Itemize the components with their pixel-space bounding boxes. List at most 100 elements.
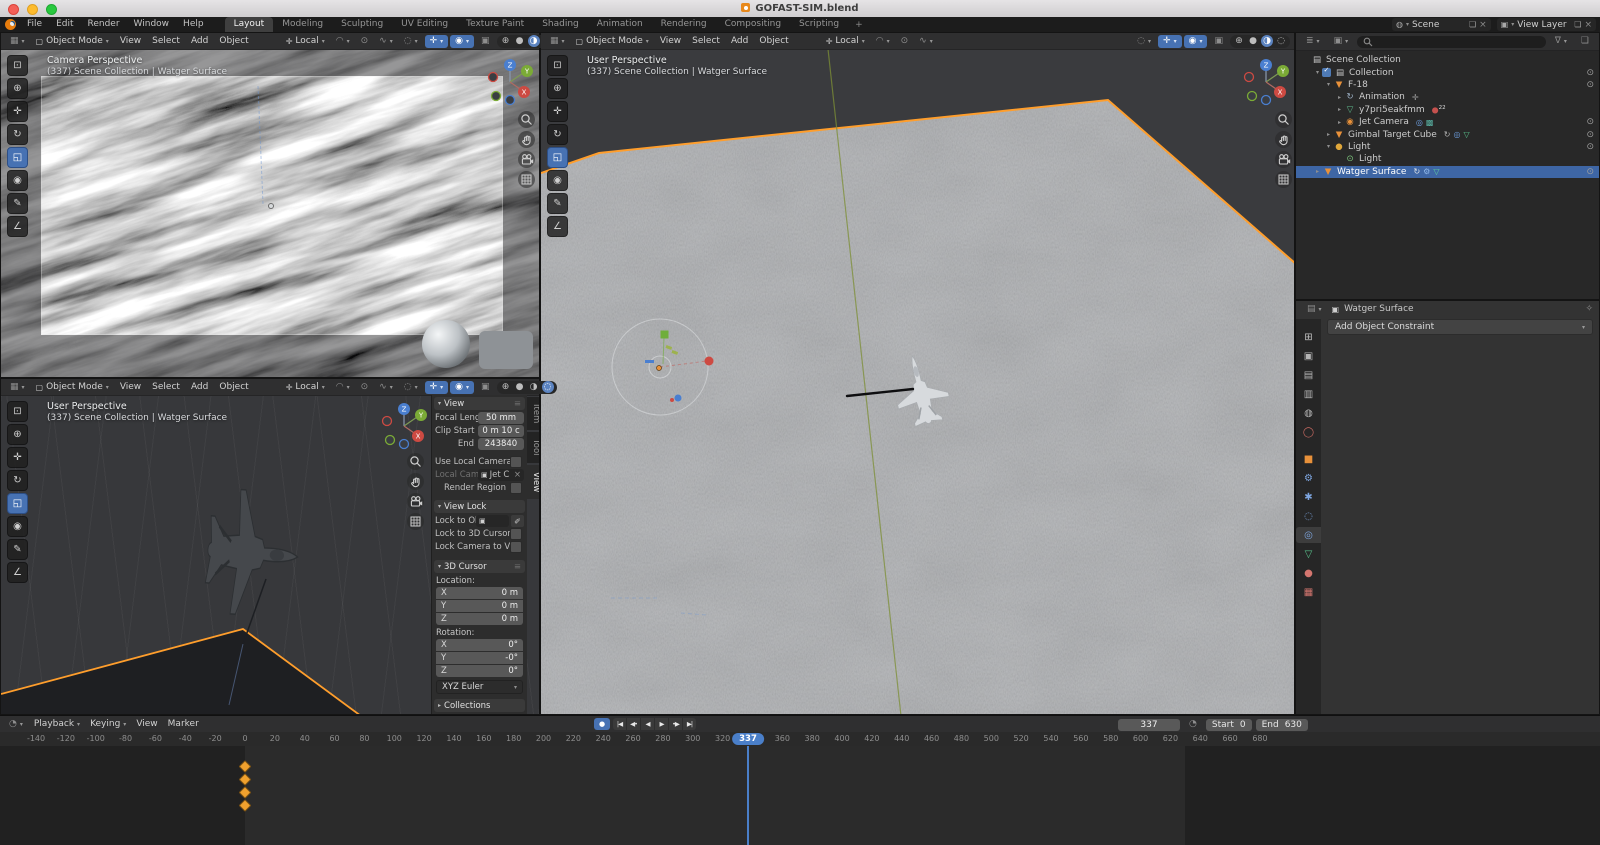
grid-view-button[interactable]: [518, 171, 535, 188]
navigation-gizmo[interactable]: Z Y X: [377, 399, 431, 453]
tool-rotate-button[interactable]: ↻: [7, 124, 28, 145]
viewport-menu-object[interactable]: Object: [754, 35, 793, 48]
outliner-display-mode-button[interactable]: ▣ ▾: [1329, 35, 1354, 48]
workspace-tab-modeling[interactable]: Modeling: [273, 17, 332, 32]
timeline-editor-type-button[interactable]: ◔ ▾: [4, 718, 28, 731]
timeline-channels[interactable]: [0, 746, 1600, 845]
filter-dropdown[interactable]: ∇ ▾: [1550, 35, 1572, 48]
properties-tab-constraints[interactable]: ◎: [1296, 527, 1321, 543]
tool-select-box-button[interactable]: ⊡: [547, 55, 568, 76]
navigation-gizmo[interactable]: Z Y X: [483, 55, 537, 109]
shading-rendered-button[interactable]: ◌: [542, 381, 554, 393]
navigation-gizmo[interactable]: Z Y X: [1239, 55, 1293, 109]
transform-orientation-select[interactable]: ✛Local▾: [821, 35, 870, 48]
tool-move-button[interactable]: ✛: [547, 101, 568, 122]
properties-tab-scene[interactable]: ◍: [1298, 405, 1319, 421]
timeline-ruler[interactable]: -140-120-100-80-60-40-200204060801001201…: [0, 732, 1600, 747]
properties-tab-modifiers[interactable]: ⚙: [1298, 470, 1319, 486]
pin-icon[interactable]: ✧: [1585, 304, 1593, 314]
new-scene-button[interactable]: ❏: [1469, 20, 1476, 29]
zoom-view-button[interactable]: [407, 453, 424, 470]
disclosure-closed-icon[interactable]: ▸: [1335, 106, 1344, 113]
panel-grip-icon[interactable]: ≡: [514, 562, 521, 572]
f18-jet-object[interactable]: [203, 487, 304, 619]
gizmo-z-neg-axis[interactable]: [1262, 96, 1271, 105]
xray-toggle[interactable]: ▣: [476, 35, 495, 48]
focal-length-field[interactable]: 50 mm: [478, 412, 524, 424]
panel-header-collections[interactable]: ▸ Collections: [434, 699, 525, 712]
proportional-falloff-icon[interactable]: ∿▾: [374, 381, 398, 394]
workspace-tab-rendering[interactable]: Rendering: [652, 17, 716, 32]
camera-view-button[interactable]: [518, 151, 535, 168]
gizmo-y-neg-axis[interactable]: [492, 92, 501, 101]
tool-cursor-button[interactable]: ⊕: [547, 78, 568, 99]
add-workspace-button[interactable]: +: [848, 20, 870, 30]
gizmo-z-neg-axis[interactable]: [506, 96, 515, 105]
properties-tab-physics[interactable]: ◌: [1298, 508, 1319, 524]
properties-tab-output[interactable]: ▤: [1298, 367, 1319, 383]
blender-logo-icon[interactable]: [5, 19, 16, 30]
viewport-editor-type-button[interactable]: ▦▾: [5, 381, 30, 394]
new-collection-button[interactable]: ❏: [1576, 35, 1594, 48]
gizmo-z-neg-axis[interactable]: [400, 440, 409, 449]
visibility-eye-icon[interactable]: ⊙: [1586, 130, 1594, 140]
gizmo-x-handle[interactable]: [705, 357, 714, 366]
panel-header-3d-cursor[interactable]: ▾ 3D Cursor ≡: [434, 560, 525, 573]
n-panel-tab-tool[interactable]: Tool: [527, 432, 539, 463]
tool-select-box-button[interactable]: ⊡: [7, 55, 28, 76]
visibility-eye-icon[interactable]: ⊙: [1586, 167, 1594, 177]
menu-file[interactable]: File: [20, 17, 49, 32]
outliner-row-light[interactable]: ⊙Light: [1296, 153, 1599, 165]
hand-view-button[interactable]: [407, 473, 424, 490]
tool-cursor-button[interactable]: ⊕: [7, 424, 28, 445]
tool-rotate-button[interactable]: ↻: [7, 470, 28, 491]
viewport-menu-object[interactable]: Object: [214, 35, 253, 48]
local-camera-field[interactable]: ▣ Jet C ×: [478, 469, 524, 481]
tool-annotate-button[interactable]: ✎: [7, 539, 28, 560]
viewport-editor-type-button[interactable]: ▦▾: [545, 35, 570, 48]
playhead-frame-badge[interactable]: 337: [732, 733, 764, 745]
tool-scale-button[interactable]: ◱: [547, 147, 568, 168]
transform-orientation-select[interactable]: ✛Local▾: [281, 35, 330, 48]
workspace-tab-layout[interactable]: Layout: [225, 17, 274, 32]
frame-start-field[interactable]: Start0: [1206, 719, 1252, 731]
outliner-row-scene-collection[interactable]: ▤Scene Collection: [1296, 54, 1599, 66]
workspace-tab-compositing[interactable]: Compositing: [716, 17, 790, 32]
play-button[interactable]: ▶: [655, 718, 669, 730]
cursor-rotation-x-field[interactable]: X0°: [436, 639, 523, 651]
outliner-row-jet-camera[interactable]: ▸◉Jet Camera◎▩⊙: [1296, 116, 1599, 128]
viewport-menu-add[interactable]: Add: [186, 35, 213, 48]
gizmo-y-handle[interactable]: [661, 331, 669, 339]
collection-checkbox[interactable]: [1322, 68, 1331, 77]
proportional-edit-icon[interactable]: ⊙: [356, 35, 374, 48]
gizmos-dropdown[interactable]: ✛▾: [1158, 35, 1182, 48]
rotation-order-select[interactable]: XYZ Euler▾: [436, 680, 523, 694]
hand-view-button[interactable]: [1275, 131, 1292, 148]
proportional-edit-icon[interactable]: ⊙: [356, 381, 374, 394]
lock-object-field[interactable]: ▣: [476, 515, 509, 527]
workspace-tab-shading[interactable]: Shading: [533, 17, 588, 32]
camera-view-button[interactable]: [407, 493, 424, 510]
panel-header-view-lock[interactable]: ▾ View Lock: [434, 500, 525, 513]
add-object-constraint-button[interactable]: Add Object Constraint▾: [1327, 319, 1593, 335]
gizmo-z-handle[interactable]: [675, 395, 682, 402]
water-surface-corner[interactable]: [1, 629, 361, 714]
view-layer-selector[interactable]: ▣▾ View Layer ❏ ×: [1497, 18, 1596, 31]
eyedropper-button[interactable]: ✐: [511, 515, 524, 527]
viewport-camera-canvas[interactable]: Camera Perspective (337) Scene Collectio…: [1, 49, 539, 377]
overlays-dropdown[interactable]: ◉▾: [450, 381, 474, 394]
viewport-menu-object[interactable]: Object: [214, 381, 253, 394]
timeline-menu-marker[interactable]: Marker: [163, 718, 204, 731]
outliner-row-watger-surface[interactable]: ▸▼Watger Surface↻⚙▽⊙: [1296, 166, 1599, 178]
panel-header-view[interactable]: ▾ View ≡: [434, 397, 525, 410]
properties-tab-object[interactable]: ■: [1298, 451, 1319, 467]
mode-select[interactable]: ▢Object Mode▾: [31, 35, 114, 48]
clip-start-field[interactable]: 0 m 10 c: [478, 425, 524, 437]
gizmo-y-neg-axis[interactable]: [386, 436, 395, 445]
clear-icon[interactable]: ×: [514, 469, 521, 481]
overlays-dropdown[interactable]: ◉▾: [450, 35, 474, 48]
shading-wireframe-button[interactable]: ⊕: [1233, 35, 1245, 47]
cursor-location-z-field[interactable]: Z0 m: [436, 613, 523, 625]
shading-material-preview-button[interactable]: ◑: [528, 35, 540, 47]
outliner-row-animation[interactable]: ▸↻Animation✛: [1296, 91, 1599, 103]
